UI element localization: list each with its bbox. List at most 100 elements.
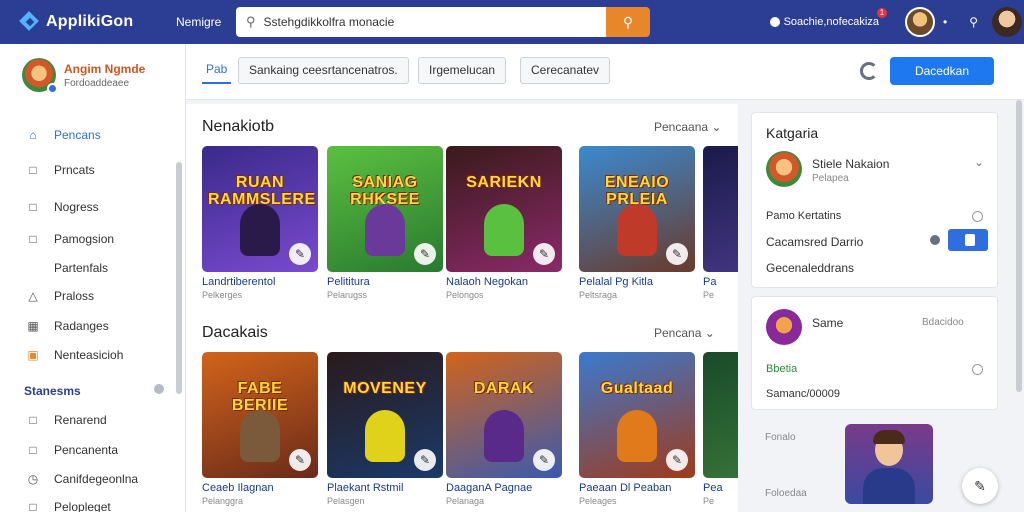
- refresh-icon[interactable]: [860, 62, 878, 80]
- primary-button[interactable]: Dacedkan: [890, 57, 994, 85]
- game-card[interactable]: DARAK ✎ DaaganA Pagnae Pelanaga: [446, 352, 562, 506]
- game-art-title: ENEAIO PRLEIA: [604, 174, 670, 208]
- game-character: [365, 410, 405, 462]
- game-art-title: MOVENEY: [343, 380, 427, 397]
- sidebar-scrollbar[interactable]: [176, 162, 182, 394]
- game-subtitle: Pelasgen: [327, 496, 365, 506]
- sidebar-section-item-0[interactable]: □ Renarend: [26, 413, 106, 427]
- sidebar-section-item-1[interactable]: □ Pencanenta: [26, 443, 118, 457]
- game-art-title: FABE BERIIE: [231, 380, 289, 414]
- featured-image[interactable]: [845, 424, 933, 504]
- game-thumbnail[interactable]: FABE BERIIE ✎: [202, 352, 318, 478]
- edit-icon[interactable]: ✎: [666, 449, 688, 471]
- section-title: Nenakiotb: [202, 118, 275, 135]
- info-icon[interactable]: [154, 384, 164, 394]
- profile-subtitle: Fordoaddeaee: [64, 77, 130, 89]
- category-panel: Katgaria Stiele Nakaion Pelapea ⌄ Pamo K…: [751, 112, 998, 288]
- game-card[interactable]: RUAN RAMMSLERE ✎ Landrtiberentol Pelkerges: [202, 146, 318, 300]
- game-thumbnail[interactable]: MOVENEY ✎: [327, 352, 443, 478]
- panel-toggle[interactable]: [948, 229, 988, 251]
- search-box: ⚲: [236, 7, 606, 37]
- sidebar-item-0[interactable]: ⌂ Pencans: [26, 128, 100, 142]
- game-character: [617, 204, 657, 256]
- sidebar-section-item-3[interactable]: □ Pelopleget: [26, 500, 110, 512]
- game-subtitle: Pelongos: [446, 290, 484, 300]
- game-thumbnail[interactable]: [703, 352, 738, 478]
- game-subtitle: Pelanaga: [446, 496, 485, 506]
- game-card[interactable]: Pea Pe: [703, 352, 738, 506]
- game-thumbnail[interactable]: Gualtaad ✎: [579, 352, 695, 478]
- profile-avatar: [22, 58, 58, 94]
- sidebar-item-6[interactable]: ▦ Radanges: [26, 319, 108, 333]
- edit-icon[interactable]: ✎: [533, 243, 555, 265]
- game-thumbnail[interactable]: SANIAG RHKSEE ✎: [327, 146, 443, 272]
- panel-row-1: Pamo Kertatins: [766, 210, 842, 222]
- edit-icon[interactable]: ✎: [962, 468, 998, 504]
- game-subtitle: Peleages: [579, 496, 617, 506]
- sidebar-item-2[interactable]: □ Nogress: [26, 200, 98, 214]
- app-logo[interactable]: ApplikiGon: [20, 12, 160, 32]
- section-more-dropdown[interactable]: Pencana: [654, 326, 715, 340]
- game-thumbnail[interactable]: SARIEKN ✎: [446, 146, 562, 272]
- sidebar-item-label: Partenfals: [54, 261, 109, 275]
- panel2-title: Same: [812, 316, 844, 330]
- panel-row-1-radio[interactable]: [972, 211, 983, 222]
- game-thumbnail[interactable]: DARAK ✎: [446, 352, 562, 478]
- game-art-title: SARIEKN: [466, 174, 542, 191]
- game-thumbnail[interactable]: [703, 146, 738, 272]
- game-thumbnail[interactable]: ENEAIO PRLEIA ✎: [579, 146, 695, 272]
- game-card[interactable]: SARIEKN ✎ Nalaoh Negokan Pelongos: [446, 146, 562, 300]
- notification-area[interactable]: Soachie,nofecakiza 1: [769, 8, 887, 28]
- profile-avatar[interactable]: [992, 7, 1022, 37]
- game-card[interactable]: Pa Pe: [703, 146, 738, 300]
- game-art-title: Gualtaad: [600, 380, 674, 397]
- sidebar-item-7[interactable]: ▣ Nenteasicioh: [26, 348, 123, 362]
- game-card[interactable]: FABE BERIIE ✎ Ceaeb Ilagnan Pelanggra: [202, 352, 318, 506]
- help-icon[interactable]: ⚲: [969, 15, 978, 29]
- panel2-title-right[interactable]: Bdacidoo: [922, 317, 964, 328]
- profile-card[interactable]: Angim Ngmde Fordoaddeaee: [0, 44, 185, 94]
- sidebar-item-1[interactable]: □ Prncats: [26, 163, 95, 177]
- sidebar-item-4[interactable]: Partenfals: [26, 261, 108, 275]
- game-card[interactable]: ENEAIO PRLEIA ✎ Pelalal Pg Kitla Peltsraga: [579, 146, 695, 300]
- game-subtitle: Pelarugss: [327, 290, 368, 300]
- sidebar-item-3[interactable]: □ Pamogsion: [26, 232, 114, 246]
- game-character: [240, 204, 280, 256]
- verified-icon: [47, 83, 58, 94]
- edit-icon[interactable]: ✎: [414, 449, 436, 471]
- edit-icon[interactable]: ✎: [289, 243, 311, 265]
- game-character: [240, 410, 280, 462]
- tab-2[interactable]: Irgemelucan: [418, 57, 507, 84]
- game-title: Plaekant Rstmil: [327, 482, 404, 494]
- search-button[interactable]: ⚲: [606, 7, 650, 37]
- main-scrollbar[interactable]: [1016, 100, 1022, 392]
- toolbar: Pab Sankaing ceesrtancenatros. Irgemeluc…: [186, 44, 1024, 100]
- tab-1[interactable]: Sankaing ceesrtancenatros.: [238, 57, 409, 84]
- logo-icon: [20, 12, 40, 32]
- sidebar-section-item-2[interactable]: ◷ Canifdegeonlna: [26, 472, 138, 486]
- game-card[interactable]: SANIAG RHKSEE ✎ Pelititura Pelarugss: [327, 146, 443, 300]
- panel2-row-1-radio[interactable]: [972, 364, 983, 375]
- game-character: [484, 204, 524, 256]
- game-subtitle: Pelkerges: [202, 290, 243, 300]
- sidebar-item-label: Prncats: [54, 163, 95, 177]
- home-icon: ⌂: [29, 128, 37, 142]
- game-card[interactable]: MOVENEY ✎ Plaekant Rstmil Pelasgen: [327, 352, 443, 506]
- nav-link[interactable]: Nemigre: [176, 15, 232, 29]
- game-card[interactable]: Gualtaad ✎ Paeaan Dl Peaban Peleages: [579, 352, 695, 506]
- user-avatar[interactable]: [905, 7, 935, 37]
- edit-icon[interactable]: ✎: [414, 243, 436, 265]
- sidebar-item-5[interactable]: △ Praloss: [26, 289, 94, 303]
- edit-icon[interactable]: ✎: [289, 449, 311, 471]
- panel-game-avatar: [766, 309, 802, 345]
- tab-0[interactable]: Pab: [202, 57, 232, 84]
- edit-icon[interactable]: ✎: [666, 243, 688, 265]
- triangle-icon: △: [28, 289, 38, 303]
- tab-3[interactable]: Cerecanatev: [520, 57, 611, 84]
- search-input[interactable]: [263, 15, 584, 29]
- game-thumbnail[interactable]: RUAN RAMMSLERE ✎: [202, 146, 318, 272]
- chevron-down-icon[interactable]: ⌄: [974, 155, 984, 169]
- section-more-dropdown[interactable]: Pencaana: [654, 120, 721, 134]
- game-title: Pelalal Pg Kitla: [579, 276, 653, 288]
- edit-icon[interactable]: ✎: [533, 449, 555, 471]
